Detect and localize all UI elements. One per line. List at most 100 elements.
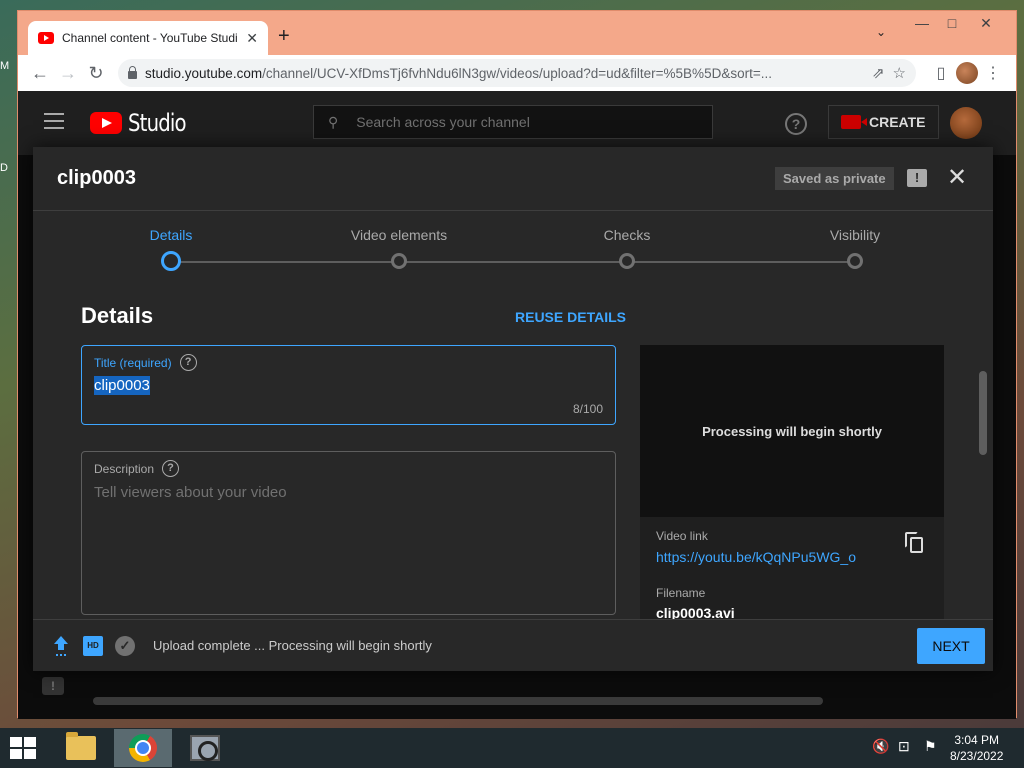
network-icon[interactable]: ⊡: [898, 738, 910, 755]
share-icon[interactable]: ⇗: [872, 64, 885, 82]
step-visibility[interactable]: Visibility: [775, 227, 935, 269]
windows-start-icon[interactable]: [10, 737, 38, 761]
help-circle-icon[interactable]: ?: [179, 354, 197, 371]
side-panel-icon[interactable]: ▯: [926, 63, 956, 83]
video-camera-icon: [841, 115, 867, 129]
upload-icon: [51, 636, 71, 656]
browser-window: Channel content - YouTube Studi ✕ + ⌄ — …: [17, 10, 1017, 719]
reuse-details-button[interactable]: REUSE DETAILS: [515, 309, 626, 325]
stepper-track: [171, 261, 855, 263]
tab-title: Channel content - YouTube Studi: [62, 31, 238, 45]
step-dot: [619, 253, 635, 269]
checks-icon: ✓: [115, 636, 135, 656]
horizontal-scrollbar[interactable]: [93, 697, 823, 705]
url-text: studio.youtube.com/channel/UCV-XfDmsTj6f…: [145, 65, 772, 81]
video-preview-panel: Processing will begin shortly Video link…: [640, 345, 944, 619]
chrome-icon: [129, 734, 157, 762]
processing-text: Processing will begin shortly: [702, 423, 882, 439]
profile-avatar[interactable]: [956, 62, 978, 84]
studio-page: Studio ⚲ Search across your channel ? CR…: [18, 91, 1016, 719]
tab-close-icon[interactable]: ✕: [246, 30, 258, 47]
hd-icon: HD: [83, 636, 103, 656]
reload-icon[interactable]: ↻: [82, 59, 110, 87]
back-icon[interactable]: ←: [26, 59, 54, 87]
search-icon: ⚲: [328, 113, 339, 130]
clock-time: 3:04 PM: [954, 733, 1000, 747]
window-close-icon[interactable]: ✕: [970, 15, 1002, 32]
help-circle-icon[interactable]: ?: [162, 460, 180, 477]
film-reel-icon: [190, 735, 220, 761]
taskbar-clock[interactable]: 3:04 PM 8/23/2022: [950, 732, 1003, 764]
title-input-value[interactable]: clip0003: [94, 376, 150, 395]
section-title: Details: [81, 303, 154, 328]
step-dot: [847, 253, 863, 269]
vertical-scrollbar[interactable]: [979, 371, 987, 455]
send-feedback-icon[interactable]: !: [42, 677, 64, 695]
studio-header: Studio ⚲ Search across your channel ? CR…: [18, 91, 1016, 155]
taskbar-chrome[interactable]: [114, 729, 172, 767]
action-center-flag-icon[interactable]: ⚑: [924, 738, 937, 755]
taskbar-file-explorer[interactable]: [52, 729, 110, 767]
folder-icon: [66, 732, 96, 760]
channel-avatar[interactable]: [950, 107, 982, 139]
dialog-header: clip0003 Saved as private ! ✕: [33, 147, 993, 211]
step-dot: [161, 251, 181, 271]
maximize-icon[interactable]: □: [936, 15, 968, 31]
step-label: Details: [149, 227, 193, 243]
saved-status-badge: Saved as private: [775, 167, 894, 190]
hamburger-menu-icon[interactable]: [44, 113, 64, 134]
volume-muted-icon[interactable]: 🔇: [872, 738, 889, 755]
title-field-label: Title (required) ?: [94, 354, 197, 371]
video-player[interactable]: Processing will begin shortly: [640, 345, 944, 517]
browser-tab[interactable]: Channel content - YouTube Studi ✕: [28, 21, 268, 55]
lock-icon: [128, 65, 137, 79]
forward-icon[interactable]: →: [54, 59, 82, 87]
minimize-icon[interactable]: —: [906, 15, 938, 31]
youtube-play-icon: [90, 112, 122, 134]
step-details[interactable]: Details: [91, 227, 251, 271]
step-label: Visibility: [829, 227, 881, 243]
help-icon[interactable]: ?: [785, 113, 807, 135]
clock-date: 8/23/2022: [950, 749, 1004, 763]
close-icon[interactable]: ✕: [947, 163, 967, 192]
upload-dialog: clip0003 Saved as private ! ✕ Details Vi…: [33, 147, 993, 671]
upload-status-text: Upload complete ... Processing will begi…: [153, 638, 432, 653]
filename-label: Filename: [656, 586, 706, 600]
create-button[interactable]: CREATE: [828, 105, 939, 139]
studio-logo-text: Studio: [128, 109, 187, 137]
studio-logo[interactable]: Studio: [90, 109, 198, 137]
upload-stepper: Details Video elements Checks Visibility: [33, 211, 993, 271]
tab-search-icon[interactable]: ⌄: [876, 25, 886, 39]
feedback-icon[interactable]: !: [907, 169, 927, 187]
dialog-footer: HD ✓ Upload complete ... Processing will…: [33, 619, 993, 671]
create-label: CREATE: [869, 114, 926, 130]
description-field[interactable]: Description ? Tell viewers about your vi…: [81, 451, 616, 615]
video-link-label: Video link: [656, 529, 708, 543]
more-menu-icon[interactable]: ⋮: [978, 63, 1008, 83]
tab-strip: Channel content - YouTube Studi ✕ + ⌄ — …: [18, 11, 1016, 55]
step-video-elements[interactable]: Video elements: [319, 227, 479, 269]
taskbar-video-app[interactable]: [176, 729, 234, 767]
next-button[interactable]: NEXT: [917, 628, 985, 664]
bookmark-star-icon[interactable]: ☆: [893, 64, 906, 82]
new-tab-icon[interactable]: +: [278, 25, 290, 48]
desktop-edge-text: M: [0, 60, 10, 72]
video-link[interactable]: https://youtu.be/kQqNPu5WG_o: [656, 549, 856, 565]
youtube-favicon-icon: [38, 32, 54, 44]
step-dot: [391, 253, 407, 269]
taskbar: 🔇 ⊡ ⚑ 3:04 PM 8/23/2022: [0, 728, 1024, 768]
browser-toolbar: ← → ↻ studio.youtube.com/channel/UCV-XfD…: [18, 55, 1016, 91]
step-label: Video elements: [350, 227, 448, 243]
dialog-title: clip0003: [57, 167, 136, 189]
search-placeholder: Search across your channel: [356, 114, 530, 130]
filename-value: clip0003.avi: [656, 605, 735, 619]
title-char-counter: 8/100: [572, 402, 603, 416]
copy-icon[interactable]: [905, 532, 924, 555]
step-label: Checks: [603, 227, 651, 243]
desktop-edge-text: D: [0, 162, 8, 174]
description-field-label: Description ?: [94, 460, 180, 477]
address-bar[interactable]: studio.youtube.com/channel/UCV-XfDmsTj6f…: [118, 59, 916, 87]
title-field[interactable]: Title (required) ? clip0003 8/100: [81, 345, 616, 425]
channel-search-input[interactable]: ⚲ Search across your channel: [313, 105, 713, 139]
step-checks[interactable]: Checks: [547, 227, 707, 269]
